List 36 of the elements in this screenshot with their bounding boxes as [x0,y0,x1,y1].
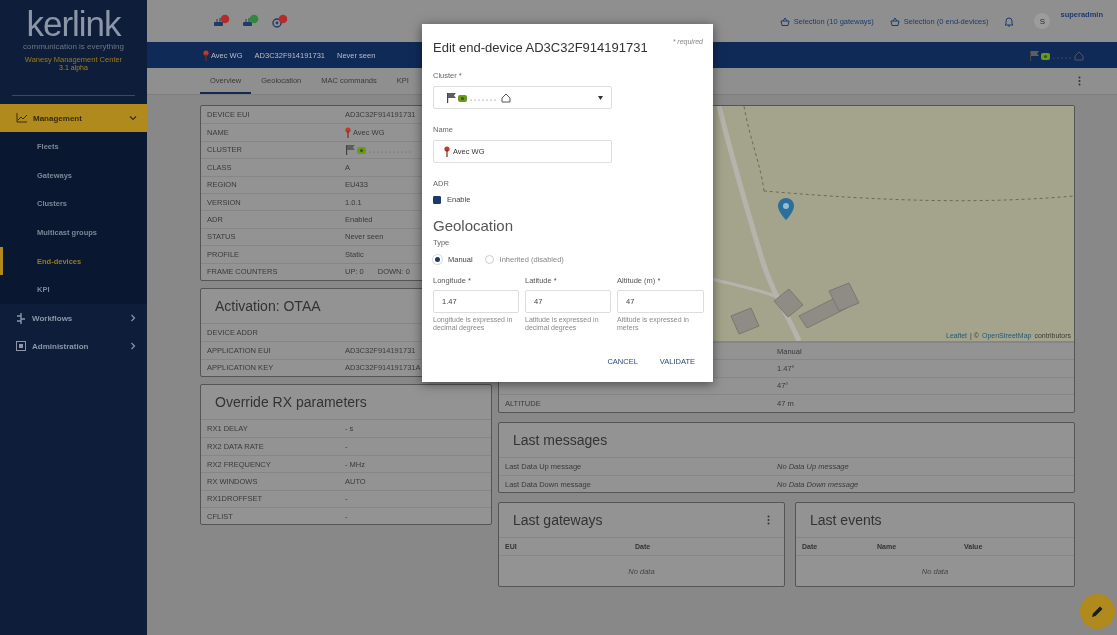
card-title: Last messages [513,431,608,448]
pin-icon [345,127,351,139]
chevron-right-icon [129,314,137,323]
card-title: Last events [810,512,882,529]
pin-icon [444,146,450,157]
cluster-select[interactable] [433,86,612,109]
menu-section[interactable]: Administration [0,332,147,361]
card-title: Override RX parameters [215,394,367,411]
chart-icon [16,113,27,123]
cluster-drawing [446,92,512,103]
gateway-alert-icon[interactable] [213,14,230,28]
edit-button[interactable] [1080,594,1115,629]
tagline: communication is everything [23,42,124,51]
chevron-right-icon [129,342,137,351]
basket-icon [779,16,790,26]
section-title: Geolocation [433,217,515,234]
flow-icon [16,312,26,324]
pin-icon [203,49,209,61]
device-alert-icon[interactable] [271,14,288,28]
admin-icon [16,341,26,352]
logo: kerlink [26,6,121,42]
basket-icon [889,16,900,26]
more-icon[interactable] [767,515,770,526]
pencil-icon [1091,605,1104,618]
menu-section[interactable]: Management [0,104,147,132]
chevron-down-icon [129,114,137,122]
bell-icon[interactable] [1004,15,1015,27]
checkbox[interactable] [433,195,441,204]
dialog-title: Edit end-device AD3C32F914191731 [433,40,648,55]
more-icon[interactable] [1078,76,1081,86]
avatar[interactable]: S [1034,13,1051,29]
card-title: Last gateways [513,512,603,529]
card-title: Activation: OTAA [215,297,321,314]
cluster-drawing [1029,49,1085,61]
gateway-ok-icon[interactable] [242,14,259,28]
menu-section[interactable]: Workflows [0,304,147,333]
